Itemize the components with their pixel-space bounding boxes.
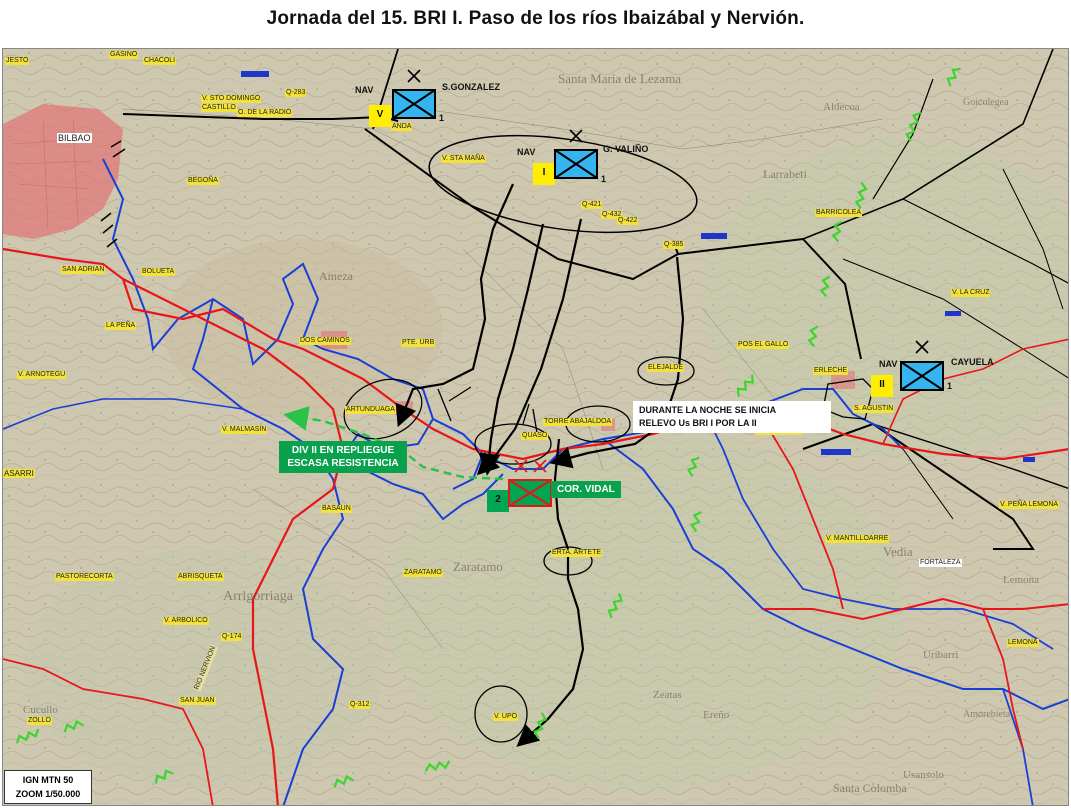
map-title: Jornada del 15. BRI I. Paso de los ríos …	[266, 8, 805, 29]
unit-echelon-badge: V	[369, 105, 391, 127]
place-label: V. MANTILLOARRE	[825, 535, 890, 543]
place-label: POS EL GALLO	[737, 341, 790, 349]
place-label: Q-283	[285, 89, 307, 97]
enemy-unit-name-label: COR. VIDAL	[551, 481, 621, 498]
place-label: Q-421	[581, 201, 603, 209]
place-label: Q-385	[663, 241, 685, 249]
place-label: ERLECHE	[813, 367, 849, 375]
relevo-line-1: DURANTE LA NOCHE SE INICIA	[639, 405, 777, 415]
place-label: ZARATAMO	[403, 569, 443, 577]
place-label: V. ARBOLICO	[163, 617, 209, 625]
tactical-map[interactable]: Santa María de Lezama Aldecoa Larrabeti …	[2, 48, 1069, 806]
infantry-symbol	[392, 89, 436, 119]
place-label: S. AGUSTIN	[853, 405, 895, 413]
infantry-symbol	[554, 149, 598, 179]
map-text: Aldecoa	[823, 101, 860, 113]
cross-icon	[514, 459, 548, 473]
cross-icon	[407, 69, 421, 83]
place-label: O. DE LA RADIO	[237, 109, 293, 117]
place-label: Q-174	[221, 633, 243, 641]
relevo-line-2: RELEVO Us BRI I POR LA II	[639, 418, 757, 428]
place-label: ELEJALDE	[647, 364, 685, 372]
unit-echelon-badge: I	[533, 163, 555, 185]
place-label: LA PEÑA	[105, 322, 137, 330]
place-label: BEGOÑA	[187, 177, 219, 185]
enemy-unit-echelon-badge: 2	[487, 490, 509, 512]
unit-echelon-badge: II	[871, 375, 893, 397]
map-text: Uribarri	[923, 649, 959, 661]
place-label: ASARRI	[3, 469, 35, 478]
cross-icon	[569, 129, 583, 143]
place-label: FORTALEZA	[919, 559, 962, 567]
place-label: ABRISQUETA	[177, 573, 224, 581]
map-text: Vedia	[883, 544, 913, 559]
place-label: ZOLLO	[27, 717, 52, 725]
place-label: BARRICOLEA	[815, 209, 863, 217]
unit-name-label: S.GONZALEZ	[442, 82, 500, 92]
infantry-symbol	[900, 361, 944, 391]
map-text: Usansolo	[903, 769, 944, 781]
place-label: ERTA. ARTETE	[551, 549, 603, 557]
map-text: Cucullo	[23, 704, 58, 716]
map-source-box: IGN MTN 50 ZOOM 1/50.000	[4, 770, 92, 804]
place-label: V. STO DOMINGO	[201, 95, 262, 103]
unit-name-label: G. VALIÑO	[603, 144, 649, 154]
place-label: V. UPO	[493, 713, 519, 721]
map-text: Zeatas	[653, 689, 682, 701]
place-label: Q-422	[617, 217, 639, 225]
place-label: JESTO	[5, 57, 30, 65]
unit-side-label: NAV	[879, 359, 898, 369]
place-label: V. PEÑA LEMONA	[999, 501, 1060, 509]
place-label: BASAUN	[321, 505, 352, 513]
unit-side-label: NAV	[355, 85, 374, 95]
unit-number: 1	[947, 381, 953, 391]
place-label: V. ARNOTEGU	[17, 371, 67, 379]
place-label: Q-312	[349, 701, 371, 709]
map-text: Lemona	[1003, 574, 1040, 586]
source-line-1: IGN MTN 50	[22, 775, 74, 785]
map-text: Goicolegea	[963, 97, 1009, 108]
place-label: SAN JUAN	[179, 697, 216, 705]
map-text: Santa María de Lezama	[558, 71, 682, 86]
place-label: ARTUNDUAGA	[345, 406, 396, 414]
map-text: Larrabeti	[763, 167, 807, 181]
place-label: BOLUETA	[141, 268, 176, 276]
place-label: V. MALMASIN	[221, 426, 268, 434]
div2-callout: DIV II EN REPLIEGUE ESCASA RESISTENCIA	[279, 441, 407, 473]
source-line-2: ZOOM 1/50.000	[15, 789, 81, 799]
place-label: SAN ADRIAN	[61, 266, 106, 274]
enemy-infantry-symbol	[508, 479, 552, 507]
div2-line-2: ESCASA RESISTENCIA	[287, 458, 399, 469]
unit-name-label: CAYUELA	[951, 357, 994, 367]
infantry-unit-icon[interactable]	[392, 89, 436, 119]
unit-number: 1	[601, 174, 607, 184]
cross-icon	[915, 340, 929, 354]
place-label: LEMONA	[1007, 639, 1039, 647]
map-text: Zaratamo	[453, 559, 503, 574]
place-label: CASTILLO	[201, 104, 237, 112]
map-text: Santa Colomba	[833, 781, 907, 795]
place-label: V. STA MAÑA	[441, 155, 486, 163]
place-label: PTE. URB	[401, 339, 436, 347]
enemy-unit-icon[interactable]	[508, 479, 552, 507]
div2-line-1: DIV II EN REPLIEGUE	[291, 445, 395, 456]
map-text: Arrigorriaga	[223, 589, 293, 604]
place-label: GASINO	[109, 51, 139, 59]
map-text: Ereño	[703, 709, 730, 721]
place-label: ANDA	[391, 123, 413, 131]
place-label: QUASO	[521, 432, 549, 440]
map-text: Ameza	[319, 269, 353, 283]
place-label: DOS CAMINOS	[299, 337, 351, 345]
place-label: PASTORECORTA	[55, 573, 114, 581]
relevo-callout: DURANTE LA NOCHE SE INICIA RELEVO Us BRI…	[633, 401, 831, 433]
unit-side-label: NAV	[517, 147, 536, 157]
place-label: TORRE ABAJALDOA	[543, 418, 613, 426]
infantry-unit-icon[interactable]	[900, 361, 944, 391]
unit-number: 1	[439, 113, 445, 123]
place-label: V. LA CRUZ	[951, 289, 991, 297]
infantry-unit-icon[interactable]	[554, 149, 598, 179]
map-text: Amorebieta	[963, 709, 1011, 720]
place-label: CHACOLI	[143, 57, 177, 65]
city-label-bilbao: BILBAO	[57, 133, 92, 143]
